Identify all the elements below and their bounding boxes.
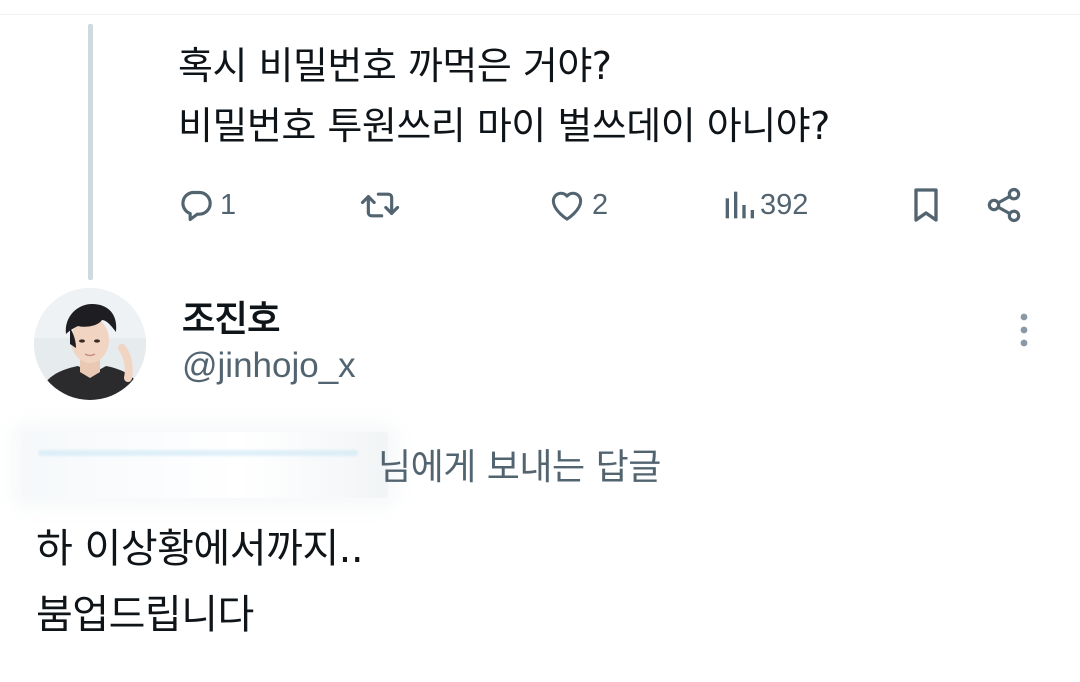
parent-tweet-text: 혹시 비밀번호 까먹은 거야? 비밀번호 투원쓰리 마이 벌쓰데이 아니야? <box>178 36 1038 156</box>
bar-chart-icon <box>722 185 756 225</box>
parent-tweet-line-1: 혹시 비밀번호 까먹은 거야? <box>178 44 612 88</box>
share-button[interactable] <box>984 180 1024 230</box>
views-button[interactable]: 392 <box>722 180 808 230</box>
views-count: 392 <box>760 188 809 221</box>
bookmark-icon <box>908 185 944 225</box>
redacted-mention <box>22 432 388 498</box>
tweet-thread-view: 혹시 비밀번호 까먹은 거야? 비밀번호 투원쓰리 마이 벌쓰데이 아니야? 1 <box>0 0 1080 682</box>
parent-tweet-action-bar: 1 2 392 <box>0 180 1080 230</box>
author-handle[interactable]: @jinhojo_x <box>182 346 356 386</box>
replying-to-label: 님에게 보내는 답글 <box>378 447 661 488</box>
avatar[interactable] <box>34 288 146 400</box>
avatar-photo <box>34 288 146 400</box>
parent-tweet-line-2: 비밀번호 투원쓰리 마이 벌쓰데이 아니야? <box>178 104 830 148</box>
heart-icon <box>546 185 588 225</box>
reply-tweet-text: 하 이상황에서까지.. 붐업드립니다 <box>36 516 1036 648</box>
reply-count: 1 <box>220 188 237 221</box>
share-icon <box>984 185 1024 225</box>
vertical-ellipsis-icon <box>1018 312 1030 352</box>
redacted-mention-smudge <box>38 450 358 456</box>
thread-connector-line <box>88 24 93 280</box>
retweet-button[interactable] <box>358 180 402 230</box>
bookmark-button[interactable] <box>908 180 944 230</box>
replying-to-line: 님에게 보내는 답글 <box>22 432 782 498</box>
like-button[interactable]: 2 <box>546 180 608 230</box>
author-display-name[interactable]: 조진호 <box>182 290 280 342</box>
comment-icon <box>176 185 216 225</box>
more-options-button[interactable] <box>1006 312 1042 352</box>
reply-tweet-line-2: 붐업드립니다 <box>36 592 254 638</box>
like-count: 2 <box>592 188 609 221</box>
retweet-icon <box>358 185 402 225</box>
reply-button[interactable]: 1 <box>176 180 236 230</box>
top-divider <box>0 14 1080 15</box>
reply-tweet-line-1: 하 이상황에서까지.. <box>36 526 364 572</box>
